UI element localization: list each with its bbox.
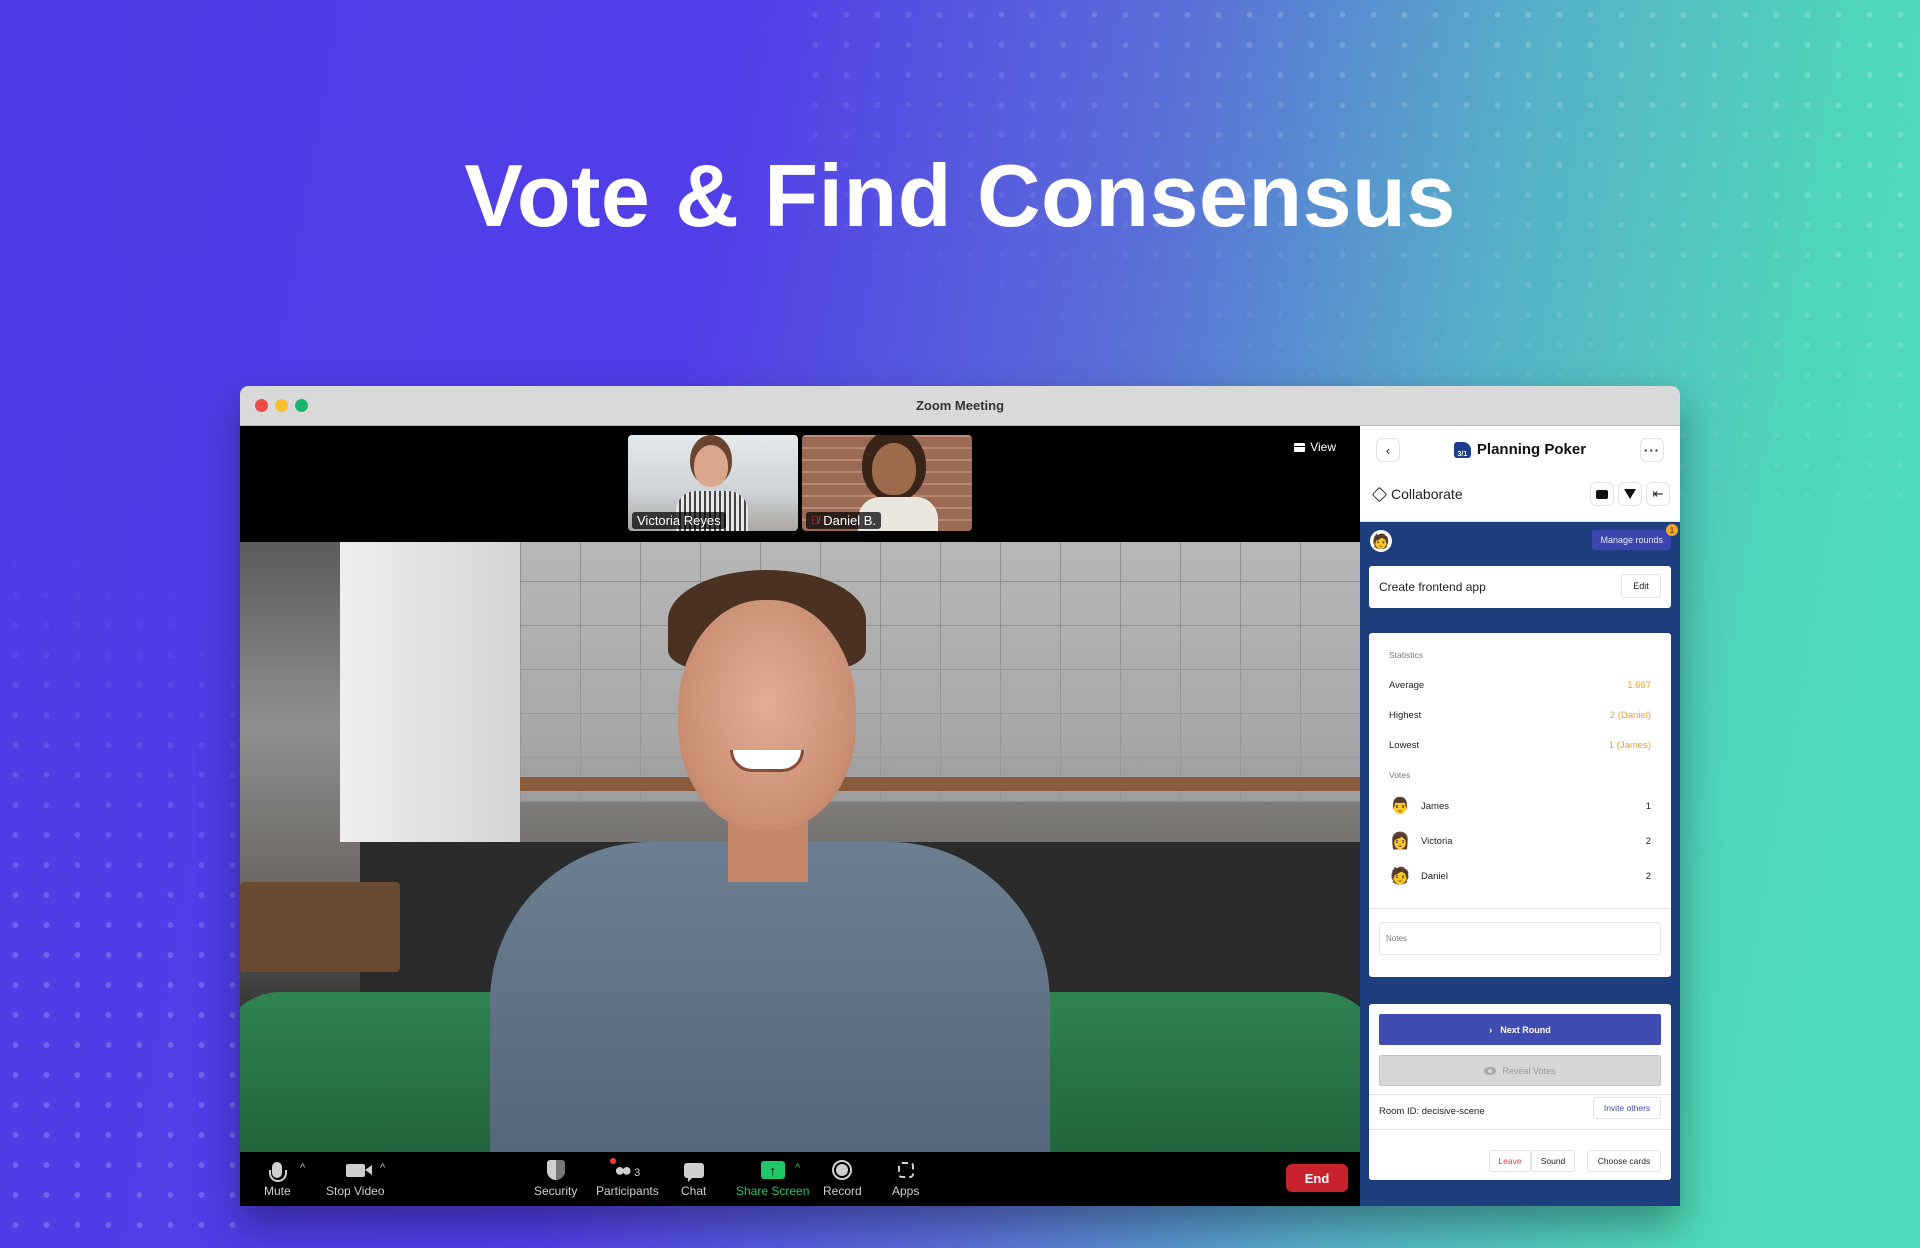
collapse-left-icon: ⇤ [1652, 486, 1664, 501]
participant-thumbnail[interactable]: Victoria Reyes [628, 435, 798, 531]
record-icon [832, 1160, 853, 1180]
video-camera-icon [345, 1163, 372, 1177]
avatar: 🧑 [1390, 868, 1410, 885]
panel-header: ‹ 3/1 Planning Poker ··· Collaborate ⇤ [1360, 426, 1680, 522]
manage-rounds-button[interactable]: Manage rounds [1592, 530, 1671, 550]
stat-row: Average 1.667 [1389, 680, 1651, 691]
collapse-panel-button[interactable]: ⇤ [1646, 482, 1670, 506]
collaborate-button[interactable]: Collaborate [1371, 486, 1463, 502]
statistics-label: Statistics [1389, 650, 1424, 660]
chat-bubble-icon [683, 1162, 704, 1182]
filter-button[interactable] [1618, 482, 1642, 506]
filter-icon [1624, 489, 1636, 499]
video-options-caret[interactable]: ^ [380, 1162, 385, 1174]
security-button[interactable]: Security [534, 1158, 577, 1198]
share-screen-icon: ↑ [760, 1161, 785, 1179]
vote-row: 🧑 Daniel 2 [1389, 863, 1651, 889]
decorative-dots [0, 520, 260, 1248]
actions-card: › Next Round Reveal Votes Room ID: decis… [1369, 1004, 1671, 1180]
thumbnail-strip: Victoria Reyes 🎙̸ Daniel B. View [240, 426, 1360, 542]
participant-name-label: 🎙̸ Daniel B. [806, 512, 881, 529]
task-card: Create frontend app Edit [1369, 566, 1671, 608]
task-name: Create frontend app [1379, 580, 1486, 594]
headline: Vote & Find Consensus [464, 146, 1456, 245]
panel-title: Planning Poker [1476, 441, 1587, 458]
avatar[interactable]: 🧑 [1370, 530, 1392, 552]
mute-button[interactable]: Mute [264, 1158, 291, 1198]
active-speaker-video [240, 542, 1360, 1152]
record-button[interactable]: Record [823, 1158, 862, 1198]
apps-icon [897, 1162, 914, 1178]
notification-badge: 1 [1666, 524, 1678, 536]
apps-button[interactable]: Apps [892, 1158, 919, 1198]
shield-icon [546, 1160, 565, 1180]
vote-row: 👩 Victoria 2 [1389, 828, 1651, 854]
video-area: Victoria Reyes 🎙̸ Daniel B. View Mute ^ … [240, 426, 1360, 1206]
divider [1369, 1094, 1671, 1095]
stat-row: Lowest 1 (James) [1389, 740, 1651, 751]
invite-others-button[interactable]: Invite others [1593, 1097, 1661, 1119]
next-round-button[interactable]: › Next Round [1379, 1014, 1661, 1045]
audio-options-caret[interactable]: ^ [300, 1162, 305, 1174]
view-grid-icon [1294, 442, 1306, 452]
divider [1369, 908, 1671, 909]
statistics-card: Statistics Average 1.667 Highest 2 (Dani… [1369, 633, 1671, 977]
edit-task-button[interactable]: Edit [1621, 574, 1661, 598]
divider [1369, 1129, 1671, 1130]
eye-icon [1484, 1066, 1497, 1075]
end-meeting-button[interactable]: End [1286, 1164, 1348, 1192]
leave-button[interactable]: Leave [1489, 1150, 1531, 1172]
chevron-right-icon: › [1489, 1024, 1493, 1035]
votes-label: Votes [1389, 770, 1411, 780]
reveal-votes-button[interactable]: Reveal Votes [1379, 1055, 1661, 1086]
window-title: Zoom Meeting [915, 398, 1005, 413]
participants-icon: ●● 3 [610, 1158, 640, 1181]
notification-dot [610, 1158, 617, 1164]
participant-thumbnail[interactable]: 🎙̸ Daniel B. [802, 435, 972, 531]
zoom-window: Zoom Meeting Victoria Reyes 🎙̸ Daniel B. [240, 386, 1680, 1206]
avatar: 👨 [1390, 798, 1410, 815]
round-bar: 🧑 Manage rounds 1 [1360, 522, 1680, 558]
camera-upload-button[interactable] [1590, 482, 1614, 506]
vote-row: 👨 James 1 [1389, 793, 1651, 819]
more-options-button[interactable]: ··· [1640, 438, 1664, 462]
planning-poker-panel: ‹ 3/1 Planning Poker ··· Collaborate ⇤ 🧑… [1360, 426, 1680, 1206]
sound-button[interactable]: Sound [1531, 1150, 1575, 1172]
meeting-toolbar: Mute ^ Stop Video ^ Security ●● 3 Partici… [240, 1152, 1360, 1206]
planning-poker-logo-icon: 3/1 [1453, 441, 1471, 458]
participant-name-label: Victoria Reyes [632, 512, 726, 529]
participants-button[interactable]: ●● 3 Participants [596, 1158, 659, 1198]
notes-input[interactable]: Notes [1379, 922, 1661, 955]
camera-upload-icon [1596, 489, 1608, 499]
microphone-icon [269, 1162, 288, 1182]
ellipsis-icon: ··· [1644, 442, 1660, 458]
collaborate-icon [1371, 486, 1388, 502]
share-options-caret[interactable]: ^ [795, 1162, 800, 1174]
chat-button[interactable]: Chat [681, 1158, 706, 1198]
stat-row: Highest 2 (Daniel) [1389, 710, 1651, 721]
view-button[interactable]: View [1294, 440, 1336, 454]
stop-video-button[interactable]: Stop Video [326, 1158, 385, 1198]
choose-cards-button[interactable]: Choose cards [1587, 1150, 1661, 1172]
title-bar: Zoom Meeting [240, 386, 1680, 426]
muted-mic-icon: 🎙̸ [811, 514, 820, 527]
avatar: 👩 [1390, 833, 1410, 850]
